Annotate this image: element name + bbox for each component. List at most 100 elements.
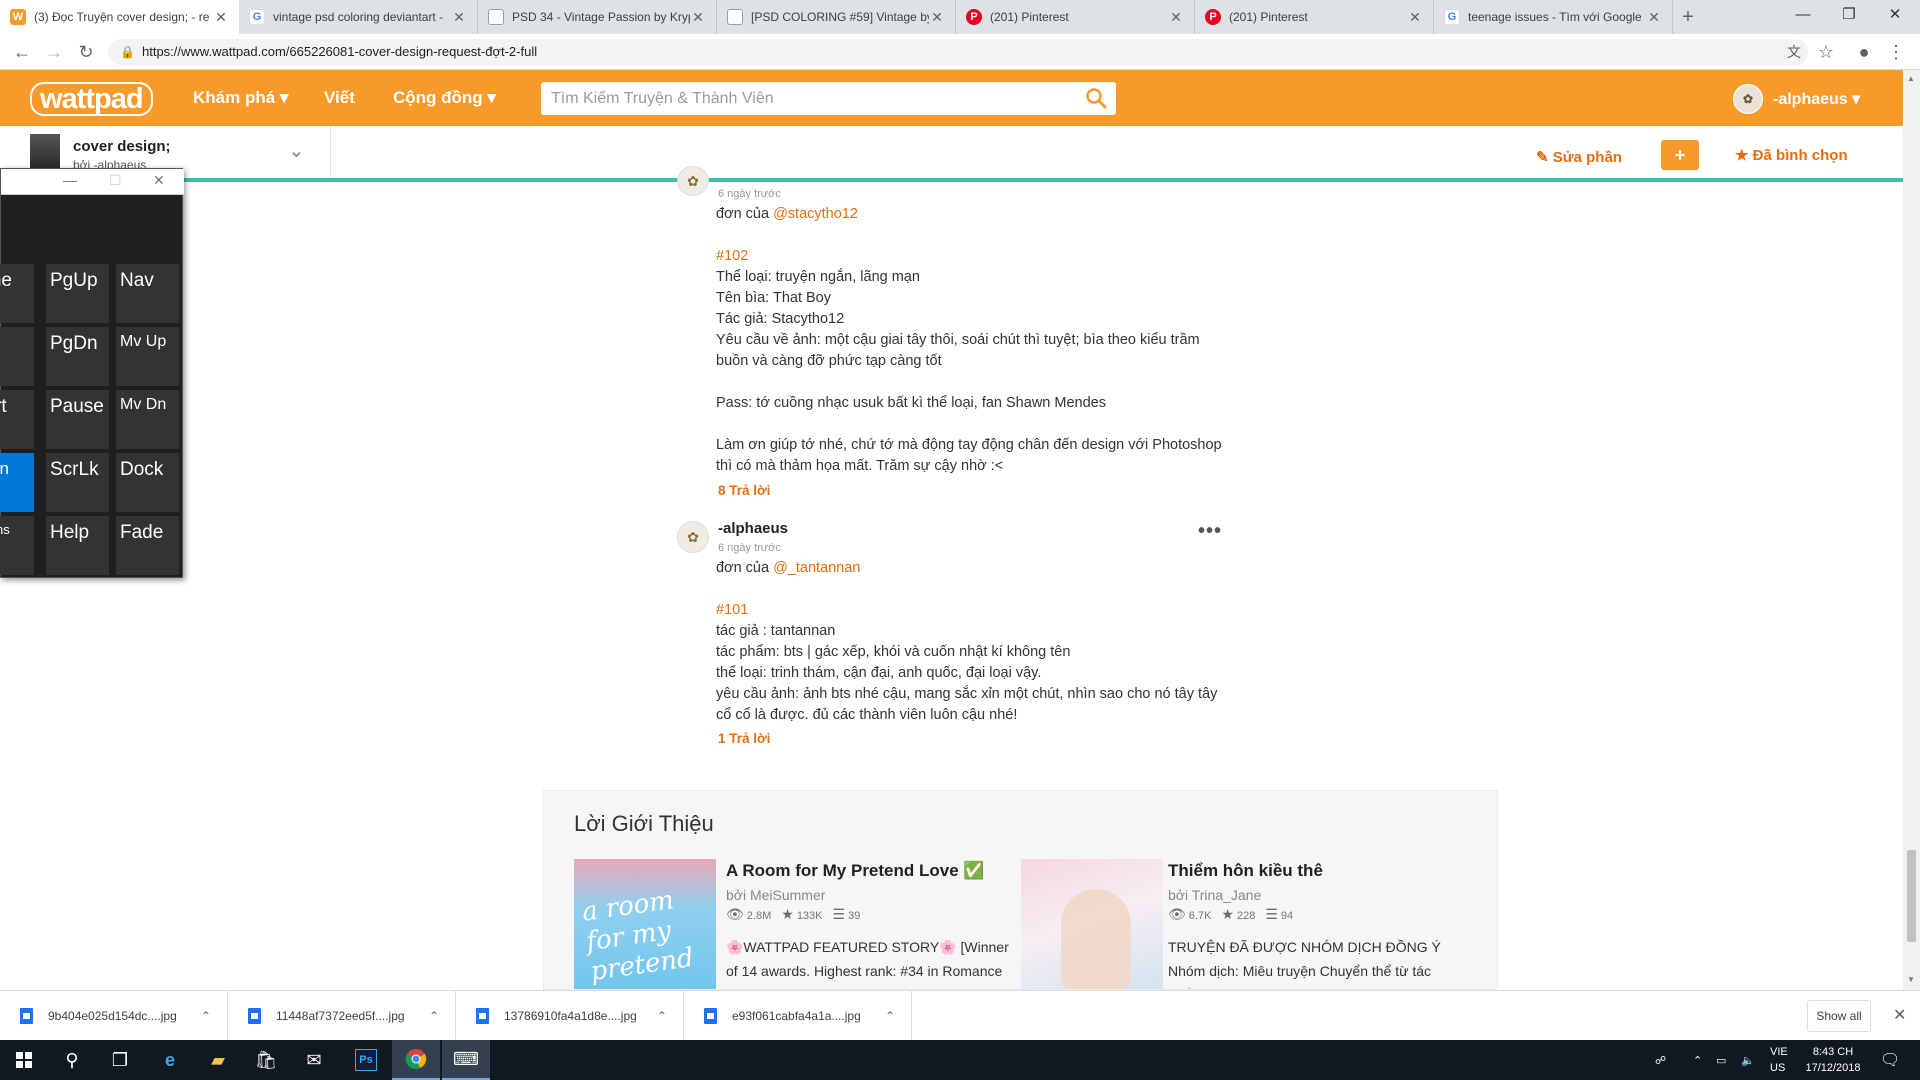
- tab-close-icon[interactable]: ✕: [929, 9, 945, 26]
- download-item[interactable]: 9b404e025d154dc....jpg ⌃: [0, 991, 228, 1041]
- bookmark-star-icon[interactable]: ☆: [1814, 40, 1838, 64]
- key-pgdn[interactable]: PgDn: [46, 327, 109, 386]
- key-options[interactable]: ptions: [0, 516, 34, 575]
- mention-link[interactable]: @stacytho12: [773, 206, 858, 222]
- download-item[interactable]: 13786910fa4a1d8e....jpg ⌃: [456, 991, 684, 1041]
- translate-icon[interactable]: 文: [1782, 40, 1806, 64]
- task-view-icon[interactable]: ❐: [96, 1040, 144, 1080]
- view-replies-link[interactable]: 1 Trả lời: [718, 731, 770, 746]
- language-indicator[interactable]: VIE US: [1770, 1044, 1788, 1076]
- minimize-icon[interactable]: —: [63, 172, 77, 188]
- forward-arrow-icon[interactable]: →: [42, 40, 66, 64]
- photoshop-icon[interactable]: Ps: [342, 1040, 390, 1080]
- on-screen-keyboard-app-icon[interactable]: ⌨: [442, 1040, 490, 1080]
- story-title-link[interactable]: A Room for My Pretend Love ✅: [726, 861, 985, 881]
- file-explorer-icon[interactable]: ▰: [194, 1040, 242, 1080]
- user-menu[interactable]: ✿ -alphaeus ▾: [1733, 83, 1860, 115]
- key-home[interactable]: ome: [0, 264, 34, 323]
- key-fade[interactable]: Fade: [116, 516, 179, 575]
- tray-expand-icon[interactable]: ⌃: [1693, 1040, 1702, 1080]
- mail-icon[interactable]: ✉: [290, 1040, 338, 1080]
- browser-tab-2[interactable]: PSD 34 - Vintage Passion by Kryp ✕: [478, 0, 717, 34]
- chevron-up-icon[interactable]: ⌃: [885, 1009, 895, 1023]
- keyboard-title-bar[interactable]: — ☐ ✕: [1, 169, 184, 195]
- add-to-list-button[interactable]: +: [1661, 140, 1699, 170]
- edge-browser-icon[interactable]: e: [146, 1040, 194, 1080]
- store-icon[interactable]: 🛍: [242, 1040, 290, 1080]
- commenter-avatar[interactable]: ✿: [677, 166, 709, 196]
- tab-close-icon[interactable]: ✕: [1168, 9, 1184, 26]
- scroll-up-icon[interactable]: ▲: [1907, 74, 1915, 83]
- wattpad-logo[interactable]: wattpad: [30, 82, 153, 116]
- commenter-name[interactable]: -alphaeus: [718, 520, 788, 537]
- tab-close-icon[interactable]: ✕: [1407, 9, 1423, 26]
- show-all-downloads-button[interactable]: Show all: [1807, 1000, 1871, 1032]
- key-pause[interactable]: Pause: [46, 390, 109, 449]
- key-pgup[interactable]: PgUp: [46, 264, 109, 323]
- scroll-down-icon[interactable]: ▼: [1907, 975, 1915, 984]
- chevron-down-icon[interactable]: ⌄: [288, 138, 305, 163]
- maximize-icon[interactable]: ☐: [109, 172, 122, 189]
- browser-tab-0[interactable]: W (3) Đọc Truyện cover design; - re ✕: [0, 0, 239, 34]
- browser-tab-5[interactable]: P (201) Pinterest ✕: [1195, 0, 1434, 34]
- nav-discover[interactable]: Khám phá ▾: [193, 88, 288, 108]
- profile-icon[interactable]: ●: [1852, 40, 1876, 64]
- nav-write[interactable]: Viết: [324, 88, 355, 108]
- windows-start-icon[interactable]: [0, 1040, 48, 1080]
- browser-tab-4[interactable]: P (201) Pinterest ✕: [956, 0, 1195, 34]
- key-mv-dn[interactable]: Mv Dn: [116, 390, 179, 449]
- menu-kebab-icon[interactable]: ⋮: [1884, 40, 1908, 64]
- key-scrlk[interactable]: ScrLk: [46, 453, 109, 512]
- commenter-avatar[interactable]: ✿: [677, 521, 709, 553]
- network-icon[interactable]: ▭: [1716, 1040, 1726, 1080]
- story-author[interactable]: bởi MeiSummer: [726, 887, 825, 903]
- story-title-link[interactable]: Thiểm hôn kiều thê: [1168, 861, 1323, 881]
- story-author[interactable]: bởi Trina_Jane: [1168, 887, 1261, 903]
- tab-close-icon[interactable]: ✕: [213, 9, 229, 26]
- story-title[interactable]: cover design;: [73, 138, 171, 155]
- close-icon[interactable]: ✕: [153, 172, 165, 189]
- download-item[interactable]: e93f061cabfa4a1a....jpg ⌃: [684, 991, 912, 1041]
- browser-tab-3[interactable]: [PSD COLORING #59] Vintage by ✕: [717, 0, 956, 34]
- comment-number[interactable]: #101: [716, 600, 1236, 621]
- close-window-icon[interactable]: ✕: [1872, 0, 1918, 30]
- story-cover-image[interactable]: [1021, 859, 1163, 989]
- key-mv-up[interactable]: Mv Up: [116, 327, 179, 386]
- page-scrollbar[interactable]: ▲ ▼: [1903, 70, 1920, 990]
- search-icon[interactable]: ⚲: [48, 1040, 96, 1080]
- notifications-icon[interactable]: 🗨: [1880, 1040, 1900, 1080]
- url-field[interactable]: 🔒 https://www.wattpad.com/665226081-cove…: [108, 39, 1808, 65]
- restore-window-icon[interactable]: ❐: [1826, 0, 1872, 30]
- comment-number[interactable]: #102: [716, 246, 1236, 267]
- story-cover-image[interactable]: a room for my pretend love: [574, 859, 716, 989]
- scrollbar-thumb[interactable]: [1907, 850, 1916, 942]
- download-item[interactable]: 11448af7372eed5f....jpg ⌃: [228, 991, 456, 1041]
- chevron-up-icon[interactable]: ⌃: [657, 1009, 667, 1023]
- key-help[interactable]: Help: [46, 516, 109, 575]
- key-end[interactable]: nd: [0, 327, 34, 386]
- close-icon[interactable]: ✕: [1893, 1005, 1906, 1025]
- system-clock[interactable]: 8:43 CH 17/12/2018: [1800, 1044, 1866, 1076]
- back-arrow-icon[interactable]: ←: [10, 40, 34, 64]
- key-insert[interactable]: sert: [0, 390, 34, 449]
- key-nav[interactable]: Nav: [116, 264, 179, 323]
- chrome-icon[interactable]: [392, 1040, 440, 1080]
- mention-link[interactable]: @_tantannan: [773, 560, 860, 576]
- more-options-icon[interactable]: •••: [1198, 520, 1222, 543]
- search-icon[interactable]: [1084, 86, 1108, 110]
- minimize-window-icon[interactable]: —: [1780, 0, 1826, 30]
- new-tab-button[interactable]: +: [1673, 0, 1703, 34]
- browser-tab-6[interactable]: G teenage issues - Tìm với Google ✕: [1434, 0, 1673, 34]
- search-input[interactable]: Tìm Kiếm Truyện & Thành Viên: [541, 82, 1116, 115]
- people-icon[interactable]: ☍: [1655, 1040, 1666, 1080]
- tab-close-icon[interactable]: ✕: [1646, 9, 1662, 26]
- tab-close-icon[interactable]: ✕: [690, 9, 706, 26]
- vote-button[interactable]: ★ Đã bình chọn: [1735, 146, 1848, 164]
- nav-community[interactable]: Cộng đồng ▾: [393, 88, 496, 108]
- view-replies-link[interactable]: 8 Trả lời: [718, 483, 770, 498]
- chevron-up-icon[interactable]: ⌃: [429, 1009, 439, 1023]
- key-dock[interactable]: Dock: [116, 453, 179, 512]
- volume-icon[interactable]: 🔈: [1741, 1040, 1755, 1080]
- edit-part-button[interactable]: ✎ Sửa phần: [1536, 148, 1622, 166]
- tab-close-icon[interactable]: ✕: [451, 9, 467, 26]
